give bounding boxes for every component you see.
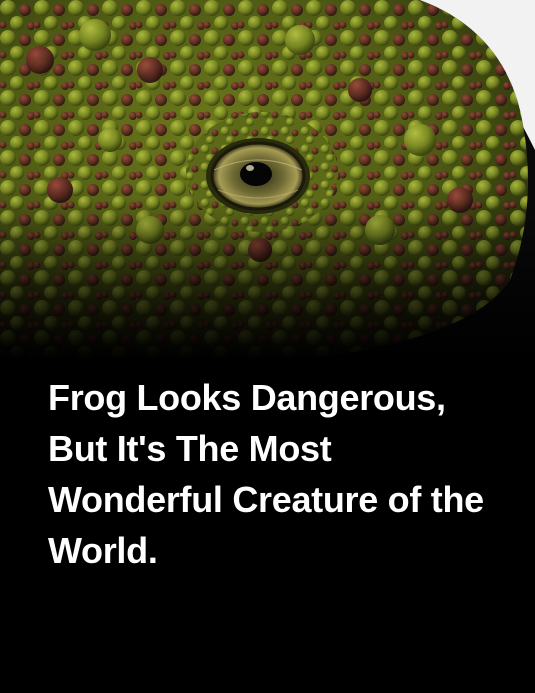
article-headline[interactable]: Frog Looks Dangerous, But It's The Most … bbox=[48, 372, 508, 576]
frog-photo bbox=[0, 0, 535, 360]
article-card[interactable]: Frog Looks Dangerous, But It's The Most … bbox=[0, 0, 535, 693]
